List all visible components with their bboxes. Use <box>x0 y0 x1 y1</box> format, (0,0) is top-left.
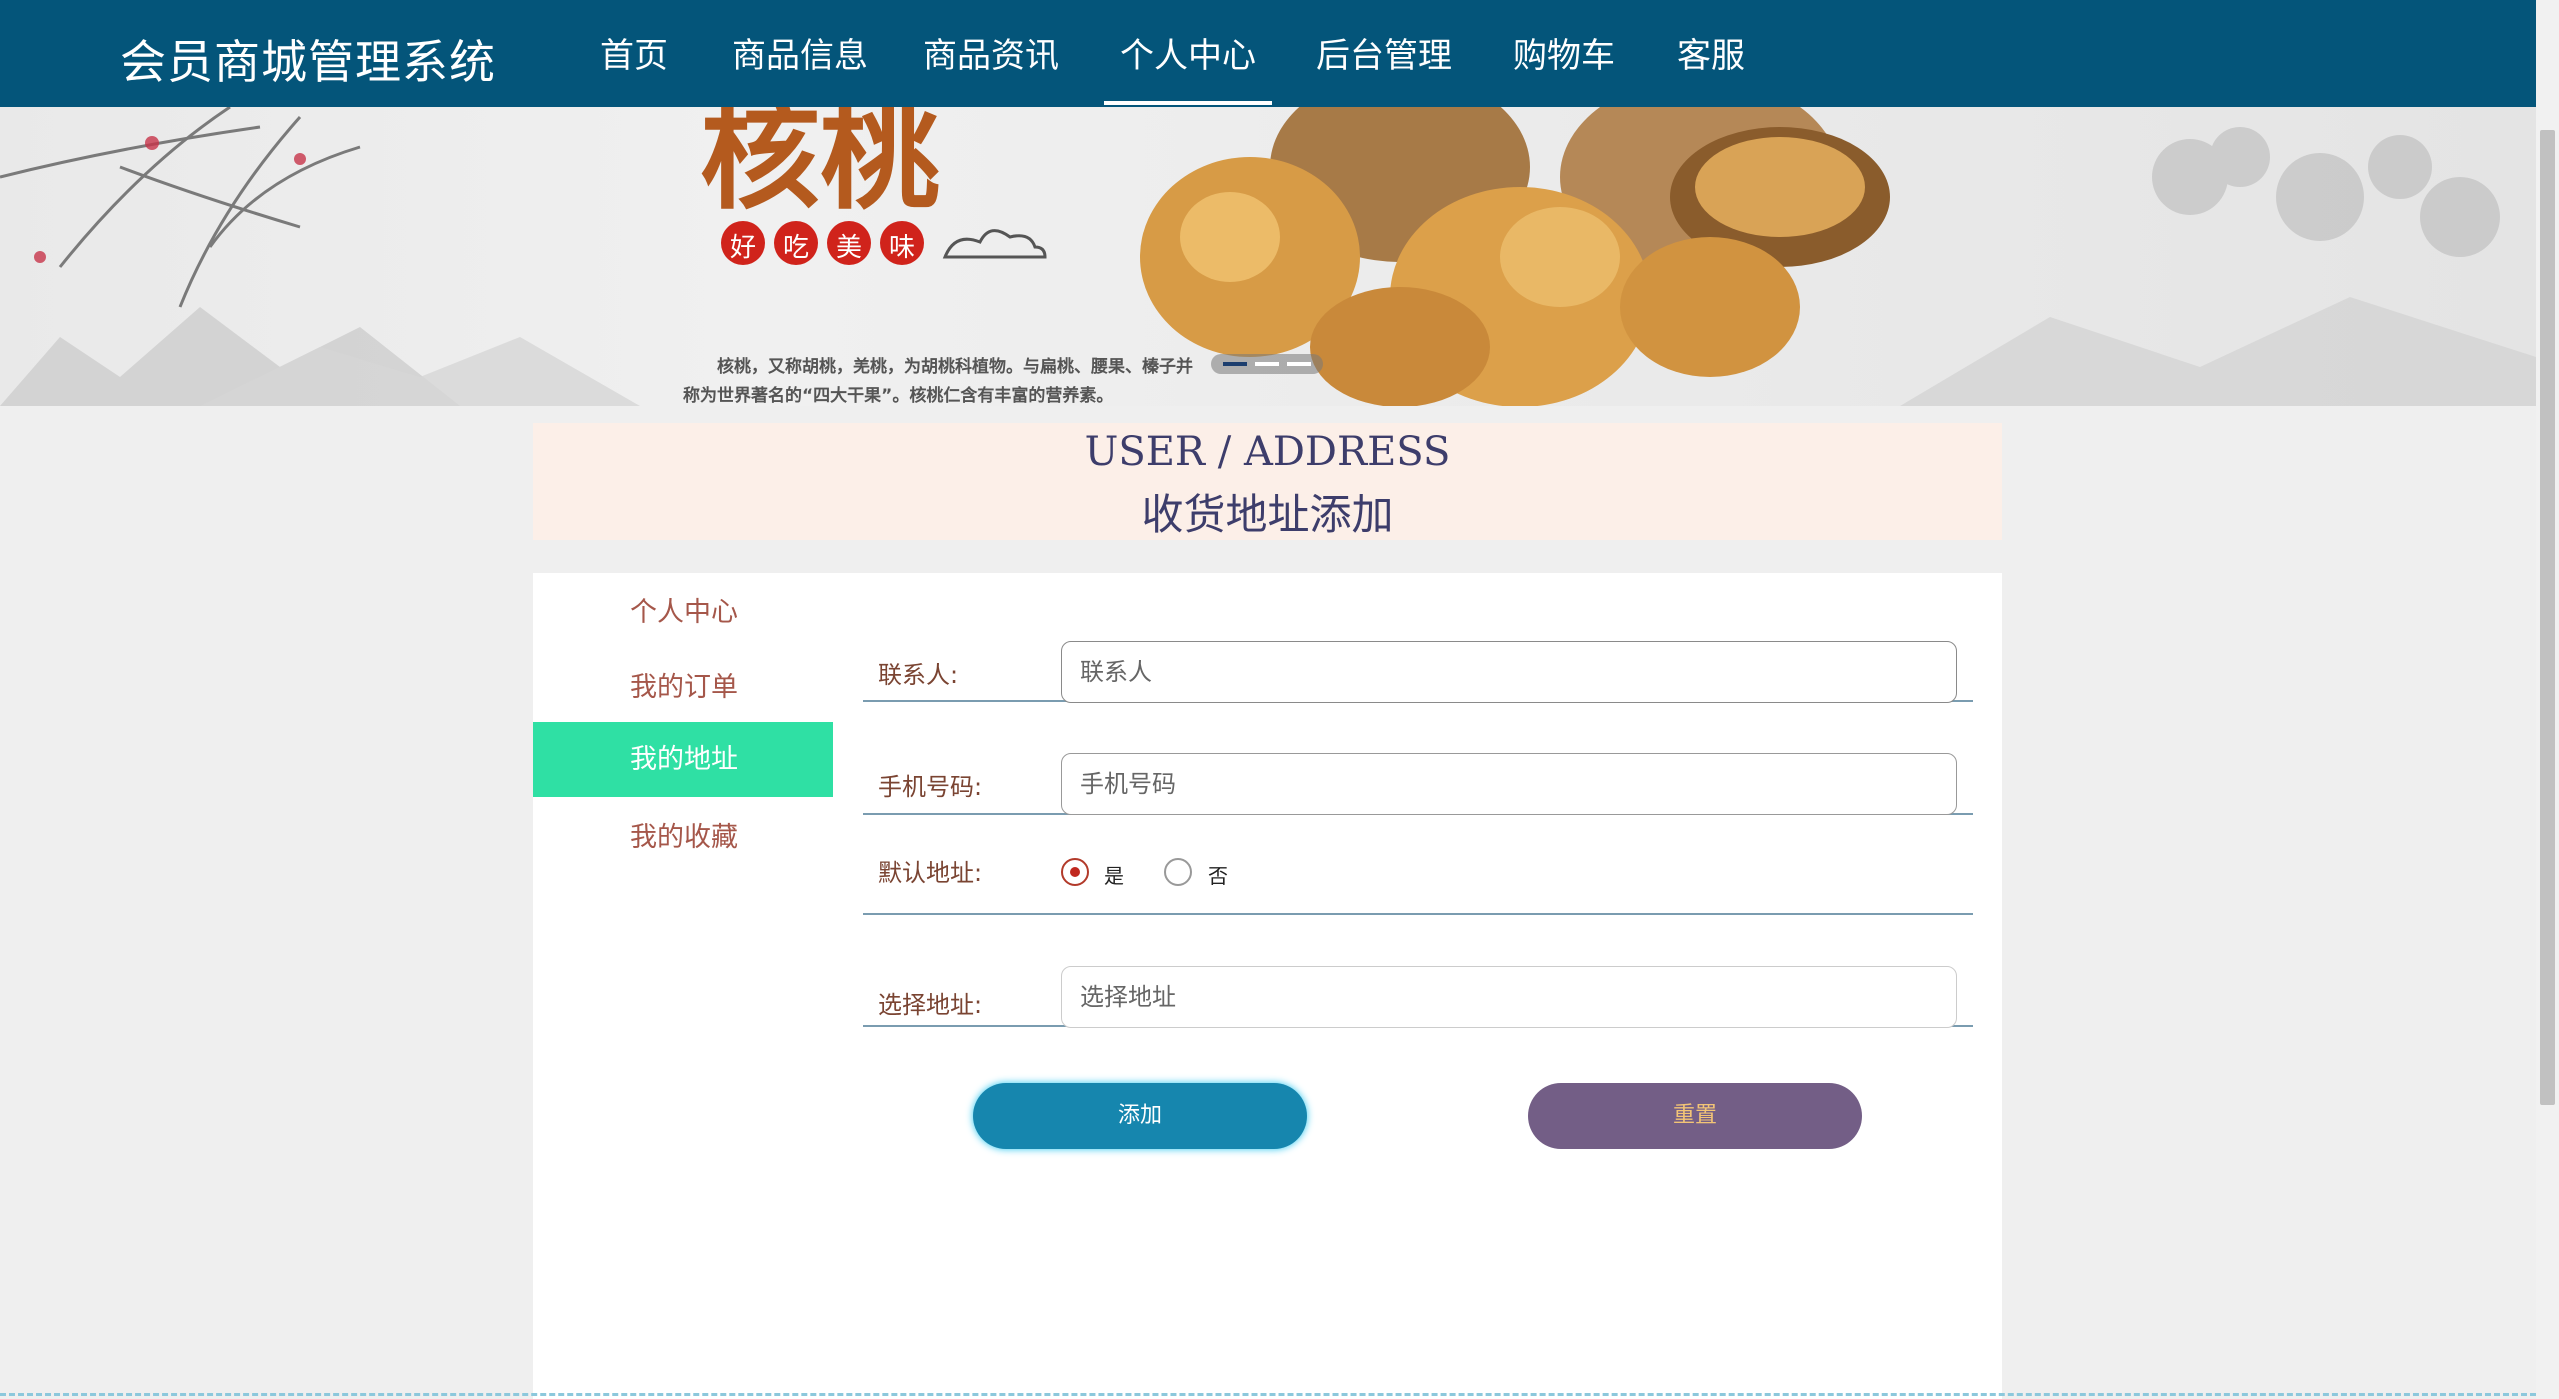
default-address-label: 默认地址: <box>878 859 983 887</box>
contact-label: 联系人: <box>878 661 959 689</box>
address-select-input[interactable] <box>1061 966 1957 1028</box>
default-no-label: 否 <box>1208 864 1228 888</box>
form-row-address: 选择地址: <box>863 966 1973 1028</box>
page-title-section: USER / ADDRESS 收货地址添加 <box>533 423 2002 540</box>
scrollbar-thumb[interactable] <box>2540 130 2555 1105</box>
add-button[interactable]: 添加 <box>973 1083 1307 1149</box>
sidebar-item-label: 我的收藏 <box>630 822 738 853</box>
page-title-english: USER / ADDRESS <box>1084 429 1451 475</box>
nav-item-home[interactable]: 首页 <box>600 28 668 77</box>
sidebar-item-label: 我的地址 <box>630 744 738 775</box>
sidebar-item-label: 我的订单 <box>630 672 738 703</box>
banner-slogan-char: 吃 <box>783 233 810 263</box>
content-panel: 个人中心 我的订单 我的地址 我的收藏 联系人: 手机号码: 默认地址: 是 否… <box>533 573 2002 1399</box>
carousel-indicator <box>1211 354 1323 374</box>
address-label: 选择地址: <box>878 991 983 1019</box>
phone-input[interactable] <box>1061 753 1957 815</box>
banner-carousel[interactable]: 核桃 核桃，又称胡桃，羌桃，为胡桃科植物。与扁桃、腰果、榛子并 称为世界著名的“… <box>0 107 2536 406</box>
footer-divider <box>0 1393 2536 1396</box>
sidebar-item-my-favorites[interactable]: 我的收藏 <box>533 800 833 875</box>
nav-item-personal-center[interactable]: 个人中心 <box>1104 28 1272 105</box>
nav-item-products[interactable]: 商品信息 <box>732 28 868 77</box>
nav-item-news[interactable]: 商品资讯 <box>923 28 1059 77</box>
page-scrollbar[interactable] <box>2536 0 2559 1399</box>
phone-label: 手机号码: <box>878 773 983 801</box>
default-no-radio[interactable] <box>1164 858 1192 886</box>
default-yes-label: 是 <box>1104 864 1124 888</box>
carousel-dot-3[interactable] <box>1287 362 1311 366</box>
form-row-contact: 联系人: <box>863 641 1973 703</box>
sidebar-item-my-orders[interactable]: 我的订单 <box>533 650 833 725</box>
top-navigation-bar: 会员商城管理系统 首页 商品信息 商品资讯 个人中心 后台管理 购物车 客服 <box>0 0 2536 107</box>
banner-description-line2: 称为世界著名的“四大干果”。核桃仁含有丰富的营养素。 <box>683 386 1114 406</box>
banner-slogan-char: 美 <box>836 233 863 263</box>
page-title-chinese: 收货地址添加 <box>1141 490 1394 539</box>
sidebar-item-label: 个人中心 <box>630 597 738 628</box>
carousel-dot-2[interactable] <box>1255 362 1279 366</box>
banner-description-line1: 核桃，又称胡桃，羌桃，为胡桃科植物。与扁桃、腰果、榛子并 <box>717 357 1193 377</box>
form-row-default-address: 默认地址: 是 否 <box>863 833 1973 915</box>
banner-slogan-char: 味 <box>889 233 916 263</box>
sidebar-item-personal-center[interactable]: 个人中心 <box>533 575 833 650</box>
banner-slogan-char: 好 <box>730 233 757 263</box>
site-brand-title[interactable]: 会员商城管理系统 <box>120 26 496 92</box>
contact-input[interactable] <box>1061 641 1957 703</box>
form-row-phone: 手机号码: <box>863 753 1973 815</box>
default-yes-radio[interactable] <box>1061 858 1089 886</box>
sidebar-item-my-address[interactable]: 我的地址 <box>533 722 833 797</box>
nav-item-admin[interactable]: 后台管理 <box>1316 28 1452 77</box>
carousel-dot-1[interactable] <box>1223 362 1247 366</box>
nav-item-cart[interactable]: 购物车 <box>1513 28 1615 77</box>
nav-item-customer-service[interactable]: 客服 <box>1677 28 1745 77</box>
svg-text:核桃: 核桃 <box>700 107 940 226</box>
reset-button[interactable]: 重置 <box>1528 1083 1862 1149</box>
